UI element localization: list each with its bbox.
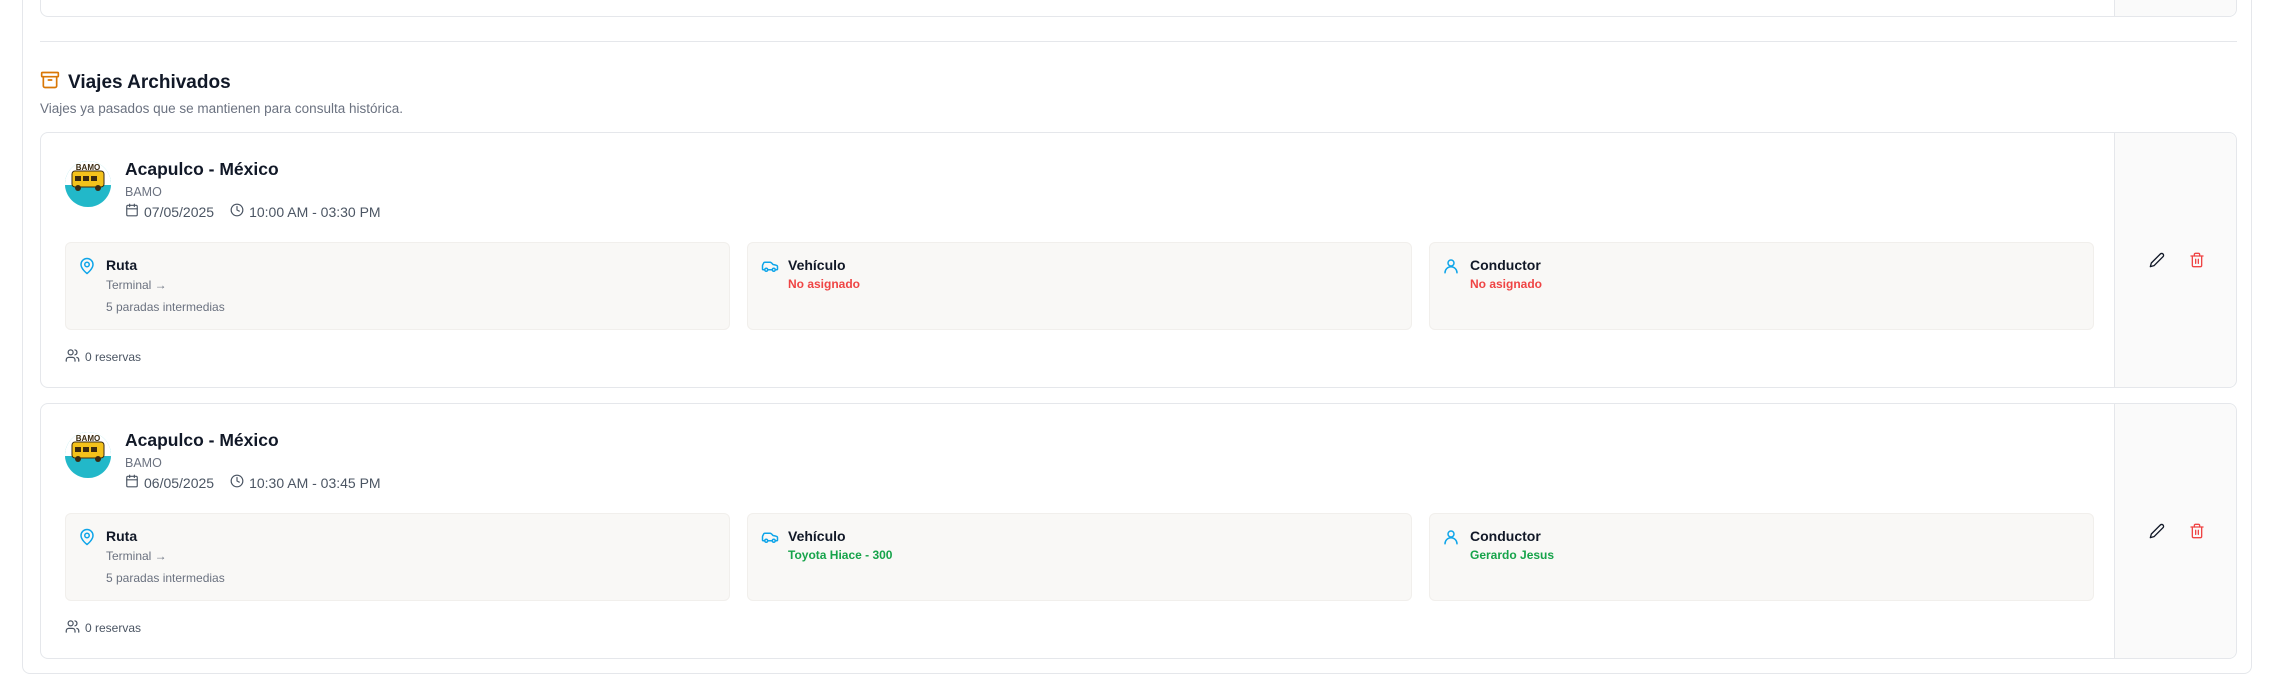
reservations-count: 0 reservas <box>65 348 141 366</box>
trip-name: Acapulco - México <box>125 159 279 179</box>
driver-title: Conductor <box>1470 528 1541 544</box>
route-stops: 5 paradas intermedias <box>106 571 225 585</box>
section-title: Viajes Archivados <box>68 71 231 93</box>
section-description: Viajes ya pasados que se mantienen para … <box>40 101 403 116</box>
trip-name: Acapulco - México <box>125 430 279 450</box>
car-icon <box>760 257 780 280</box>
previous-trip-card <box>40 0 2237 17</box>
clock-icon <box>230 474 244 491</box>
route-box: Ruta Terminal → 5 paradas intermedias <box>65 242 730 330</box>
vehicle-value: Toyota Hiace - 300 <box>788 548 893 562</box>
route-box: Ruta Terminal → 5 paradas intermedias <box>65 513 730 601</box>
trash-icon <box>2190 252 2204 268</box>
trip-actions <box>2114 133 2236 387</box>
edit-button[interactable] <box>2145 248 2169 272</box>
vehicle-box: Vehículo No asignado <box>747 242 1412 330</box>
user-icon <box>1442 528 1460 551</box>
pencil-icon <box>2149 252 2165 268</box>
map-pin-icon <box>78 257 96 280</box>
trip-time: 10:30 AM - 03:45 PM <box>249 474 381 491</box>
trip-card: BAMO Acapulco - México BAMO 06/05/2025 1… <box>40 403 2237 659</box>
users-icon <box>65 348 80 366</box>
edit-button[interactable] <box>2145 519 2169 543</box>
user-icon <box>1442 257 1460 280</box>
vehicle-title: Vehículo <box>788 257 846 273</box>
vehicle-value: No asignado <box>788 277 861 291</box>
previous-card-actions <box>2114 0 2236 16</box>
archived-section-header: Viajes Archivados Viajes ya pasados que … <box>40 70 403 117</box>
trash-icon <box>2190 523 2204 539</box>
delete-button[interactable] <box>2185 248 2209 272</box>
section-divider <box>40 41 2237 42</box>
trip-date: 07/05/2025 <box>144 203 215 220</box>
logo-text: BAMO <box>76 163 100 172</box>
route-title: Ruta <box>106 257 138 273</box>
users-icon <box>65 619 80 637</box>
delete-button[interactable] <box>2185 519 2209 543</box>
trip-time: 10:00 AM - 03:30 PM <box>249 203 381 220</box>
logo-text: BAMO <box>76 434 100 443</box>
driver-value: No asignado <box>1470 277 1543 291</box>
company-logo: BAMO <box>65 161 111 207</box>
driver-value: Gerardo Jesus <box>1470 548 1555 562</box>
calendar-icon <box>125 474 139 491</box>
route-title: Ruta <box>106 528 138 544</box>
reservations-label: 0 reservas <box>85 621 142 635</box>
trip-date: 06/05/2025 <box>144 474 215 491</box>
company-logo: BAMO <box>65 432 111 478</box>
vehicle-title: Vehículo <box>788 528 846 544</box>
reservations-label: 0 reservas <box>85 350 142 364</box>
driver-box: Conductor No asignado <box>1429 242 2094 330</box>
clock-icon <box>230 203 244 220</box>
calendar-icon <box>125 203 139 220</box>
route-origin: Terminal → <box>106 278 167 292</box>
archive-icon <box>40 70 60 95</box>
trip-actions <box>2114 404 2236 658</box>
route-origin: Terminal → <box>106 549 167 563</box>
pencil-icon <box>2149 523 2165 539</box>
trip-company: BAMO <box>125 185 162 199</box>
reservations-count: 0 reservas <box>65 619 141 637</box>
vehicle-box: Vehículo Toyota Hiace - 300 <box>747 513 1412 601</box>
car-icon <box>760 528 780 551</box>
map-pin-icon <box>78 528 96 551</box>
trip-card: BAMO Acapulco - México BAMO 07/05/2025 1… <box>40 132 2237 388</box>
trip-company: BAMO <box>125 456 162 470</box>
route-stops: 5 paradas intermedias <box>106 300 225 314</box>
driver-title: Conductor <box>1470 257 1541 273</box>
driver-box: Conductor Gerardo Jesus <box>1429 513 2094 601</box>
